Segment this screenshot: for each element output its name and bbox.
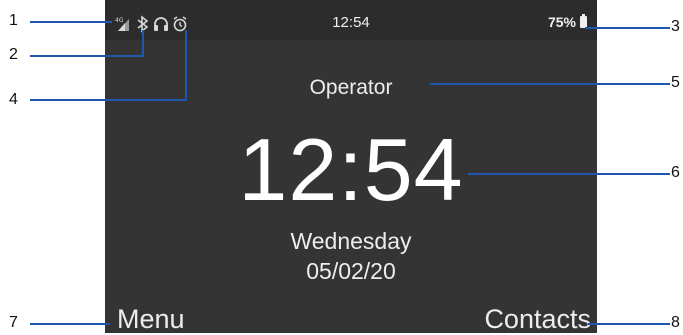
callout-number-4: 4 xyxy=(9,91,18,108)
battery-indicator: 75% xyxy=(548,14,587,30)
callout-number-7: 7 xyxy=(9,314,18,331)
status-bar: 4G 12:54 75% xyxy=(105,0,597,40)
phone-screen: 4G 12:54 75% Operator 12:54 Wednesday 05… xyxy=(105,0,597,335)
contacts-softkey[interactable]: Contacts xyxy=(484,303,591,335)
callout-number-8: 8 xyxy=(671,314,680,331)
callout-line-2-vertical xyxy=(142,30,144,57)
weekday: Wednesday xyxy=(290,228,412,254)
status-time: 12:54 xyxy=(332,14,370,31)
callout-line-4 xyxy=(30,99,187,101)
callout-number-5: 5 xyxy=(671,74,680,91)
callout-line-6 xyxy=(468,173,670,175)
callout-line-5 xyxy=(430,83,670,85)
callout-line-3 xyxy=(585,27,670,29)
callout-line-8 xyxy=(588,323,670,325)
date: 05/02/20 xyxy=(306,258,396,284)
battery-percent: 75% xyxy=(547,14,576,30)
callout-number-6: 6 xyxy=(671,164,680,181)
clock-time: 12:54 xyxy=(238,120,464,219)
callout-number-1: 1 xyxy=(9,12,18,29)
callout-number-2: 2 xyxy=(9,46,18,63)
callout-line-2 xyxy=(30,55,144,57)
callout-line-7 xyxy=(30,323,110,325)
menu-softkey[interactable]: Menu xyxy=(117,303,185,335)
callout-number-3: 3 xyxy=(671,18,680,35)
carrier-name: Operator xyxy=(309,76,393,99)
callout-line-1 xyxy=(30,21,112,23)
callout-line-4-vertical xyxy=(185,30,187,101)
